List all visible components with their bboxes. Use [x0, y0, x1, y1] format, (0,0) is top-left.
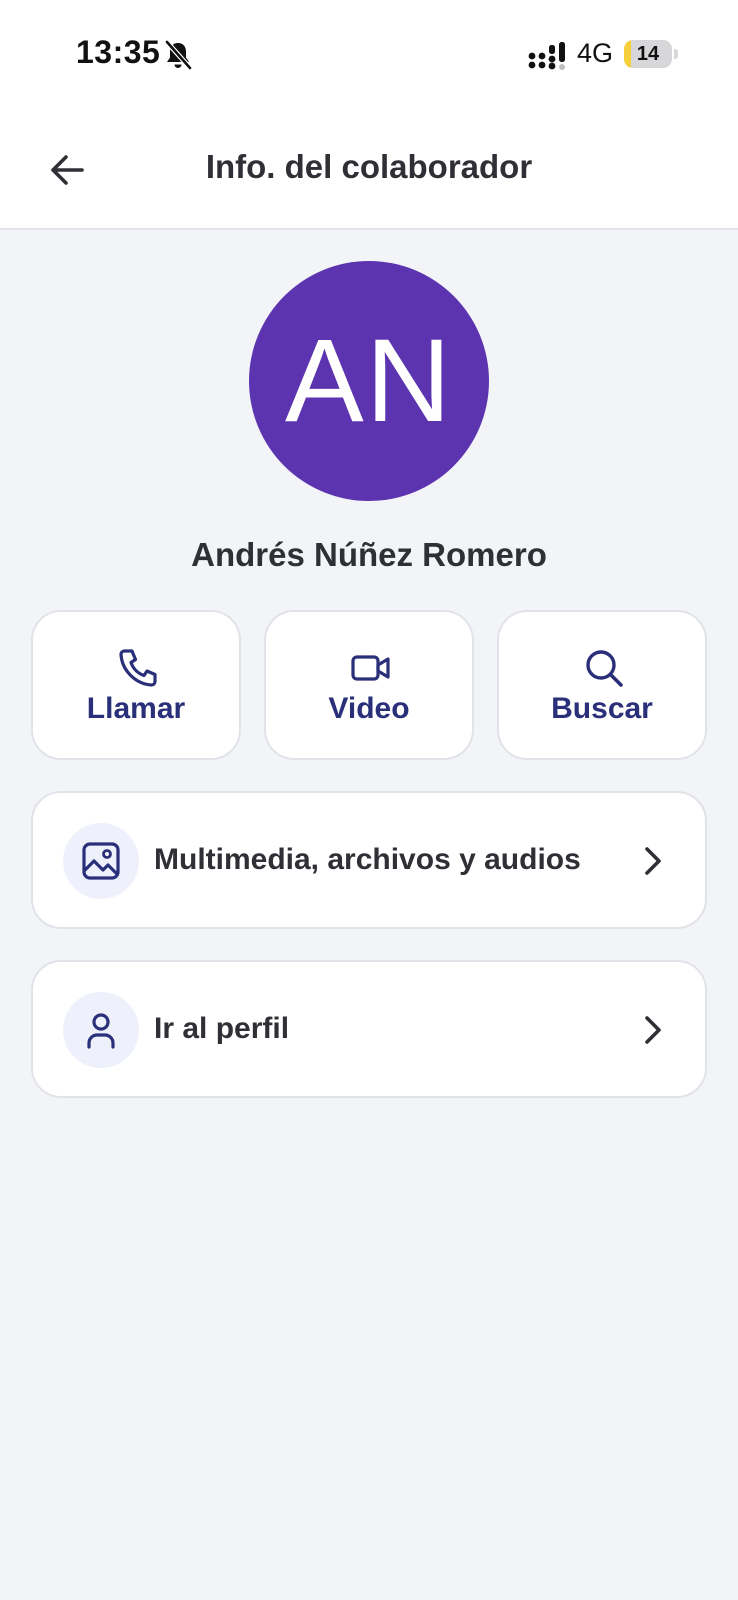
icon-bubble	[63, 992, 139, 1068]
battery-cap	[674, 49, 678, 59]
video-button[interactable]: Video	[264, 610, 474, 760]
status-time: 13:35	[76, 34, 161, 70]
search-icon	[586, 650, 623, 687]
phone-icon	[119, 649, 157, 687]
go-to-profile-label: Ir al perfil	[154, 1012, 290, 1045]
avatar: AN	[249, 261, 489, 501]
cellular-signal-icon	[528, 42, 565, 70]
network-type: 4G	[577, 38, 614, 68]
video-camera-icon	[351, 655, 390, 681]
top-bar: 13:35 4G 14 Info. del colaborador	[0, 0, 738, 230]
call-label: Llamar	[86, 692, 186, 725]
icon-bubble	[63, 823, 139, 899]
call-button[interactable]: Llamar	[31, 610, 241, 760]
media-files-row[interactable]: Multimedia, archivos y audios	[31, 791, 707, 929]
image-icon	[82, 842, 120, 880]
bell-muted-icon	[165, 40, 192, 70]
page-title: Info. del colaborador	[205, 148, 533, 185]
search-button[interactable]: Buscar	[497, 610, 707, 760]
avatar-initials: AN	[285, 315, 453, 447]
chevron-right-icon	[645, 847, 661, 875]
collaborator-name: Andrés Núñez Romero	[191, 536, 547, 573]
go-to-profile-row[interactable]: Ir al perfil	[31, 960, 707, 1098]
media-files-label: Multimedia, archivos y audios	[154, 843, 581, 876]
battery-level: 14	[636, 43, 660, 65]
chevron-right-icon	[645, 1016, 661, 1044]
search-label: Buscar	[551, 692, 653, 725]
battery-icon: 14	[624, 40, 672, 68]
user-icon	[87, 1013, 115, 1049]
video-label: Video	[328, 692, 410, 725]
